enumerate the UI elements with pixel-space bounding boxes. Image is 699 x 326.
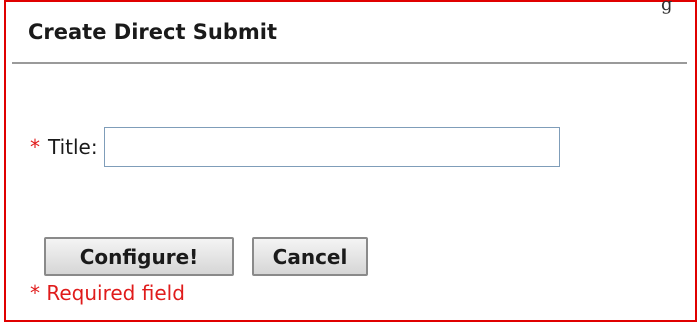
- top-edge-glyph: g: [661, 0, 673, 15]
- required-note-asterisk: *: [30, 281, 40, 305]
- title-field-row: * Title:: [30, 127, 560, 167]
- configure-button[interactable]: Configure!: [44, 237, 234, 276]
- button-row: Configure! Cancel: [44, 237, 368, 276]
- dialog-title: Create Direct Submit: [28, 20, 278, 44]
- required-note-text: Required field: [46, 281, 185, 305]
- cancel-button[interactable]: Cancel: [252, 237, 368, 276]
- title-input[interactable]: [103, 127, 560, 167]
- required-field-note: * Required field: [30, 281, 185, 305]
- title-label: Title:: [48, 135, 98, 159]
- dialog-frame: g Create Direct Submit * Title: Configur…: [4, 0, 697, 322]
- required-asterisk: *: [30, 135, 40, 159]
- title-divider: [12, 62, 687, 64]
